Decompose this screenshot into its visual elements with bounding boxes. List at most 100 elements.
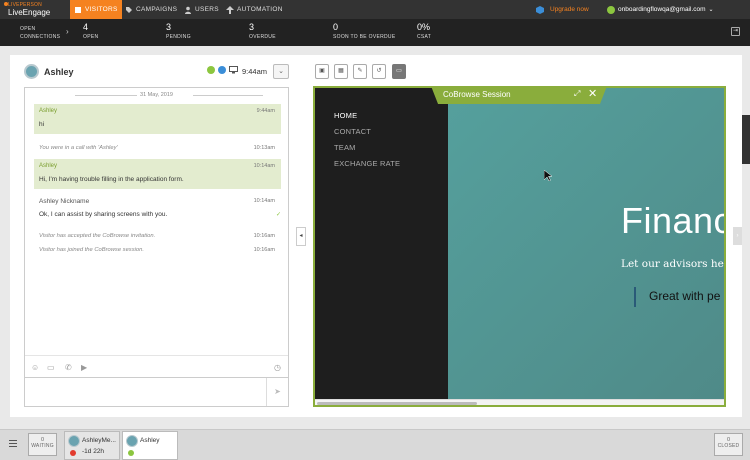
cube-icon — [536, 5, 544, 14]
tab-automation[interactable]: AUTOMATION — [222, 0, 287, 19]
chat-message: Ashley 10:14am Hi, I'm having trouble fi… — [34, 159, 281, 189]
visitor-tab-ashley[interactable]: Ashley — [122, 431, 178, 460]
waiting-counter[interactable]: 0 WAITING — [28, 433, 57, 456]
stat-pending-value: 3 — [166, 22, 172, 32]
menu-icon[interactable] — [9, 440, 17, 447]
tab-users-label: USERS — [195, 6, 219, 13]
notes-button[interactable]: ✎ — [353, 64, 367, 79]
close-icon[interactable]: ✕ — [588, 87, 597, 100]
visitor-tab-ashleyme[interactable]: AshleyMe... -1d 22h — [64, 431, 120, 460]
liveengage-logo[interactable]: LIVEPERSON LiveEngage — [4, 1, 68, 18]
visitor-name: Ashley — [44, 67, 74, 77]
message-sender: Ashley — [39, 108, 58, 114]
message-time: 10:16am — [253, 247, 275, 253]
edit-icon: ✎ — [357, 68, 363, 74]
scrollbar-thumb[interactable] — [317, 402, 477, 405]
waiting-label: WAITING — [31, 443, 54, 449]
visitor-tab-duration: -1d 22h — [82, 448, 105, 455]
logo-bottom-text: LiveEngage — [8, 8, 51, 17]
cobrowse-site-sidebar: HOME CONTACT TEAM EXCHANGE RATE — [315, 88, 448, 399]
stats-bar — [0, 19, 750, 46]
site-nav-exchange-rate[interactable]: EXCHANGE RATE — [334, 159, 400, 168]
site-nav-home[interactable]: HOME — [334, 111, 357, 120]
account-menu[interactable]: onboardingflowqa@gmail.com ⌄ — [607, 3, 714, 16]
tab-visitors-label: VISITORS — [85, 6, 118, 13]
site-nav-team[interactable]: TEAM — [334, 143, 356, 152]
history-button[interactable]: ↺ — [372, 64, 386, 79]
message-text: hi — [39, 121, 45, 128]
online-icon — [207, 66, 215, 74]
upgrade-label: Upgrade now — [550, 6, 589, 13]
emoji-icon[interactable]: ☺ — [31, 363, 39, 372]
briefcase-icon: ▣ — [319, 68, 325, 74]
tab-campaigns[interactable]: CAMPAIGNS — [121, 0, 181, 19]
mouse-cursor-icon — [544, 170, 552, 181]
stat-overdue-label: OVERDUE — [249, 34, 276, 40]
expand-right-button[interactable]: › — [733, 227, 742, 245]
expand-icon[interactable]: ⤢ — [574, 89, 580, 99]
chat-message: Ashley 9:44am hi — [34, 104, 281, 134]
stat-open-label: OPEN — [83, 34, 99, 40]
visitor-local-time: 9:44am — [242, 67, 268, 76]
delivered-check-icon: ✓ — [275, 212, 281, 218]
avatar — [126, 435, 138, 447]
system-message: You were in a call with 'Ashley' 10:13am — [34, 142, 281, 156]
user-icon — [185, 6, 191, 14]
message-time: 10:16am — [253, 233, 275, 239]
tab-automation-label: AUTOMATION — [237, 6, 283, 13]
cobrowse-button[interactable]: ▭ — [392, 64, 406, 79]
message-text: Visitor has joined the CoBrowse session. — [39, 247, 144, 253]
clock-icon[interactable]: ◷ — [274, 363, 281, 372]
online-status-icon — [607, 5, 615, 14]
message-text: You were in a call with 'Ashley' — [39, 145, 118, 151]
hero-subtitle: Let our advisors help — [621, 258, 726, 270]
phone-icon[interactable]: ✆ — [65, 363, 72, 372]
message-sender: Ashley Nickname — [39, 198, 90, 205]
cobrowse-icon: ▭ — [396, 68, 402, 74]
side-drawer-handle[interactable] — [742, 115, 750, 164]
message-sender: Ashley — [39, 163, 58, 169]
hero-title: Financ — [621, 200, 726, 241]
stat-overdue-value: 3 — [249, 22, 255, 32]
cobrowse-viewport[interactable]: HOME CONTACT TEAM EXCHANGE RATE Financ L… — [313, 86, 726, 407]
grid-icon: ▦ — [338, 68, 344, 74]
video-icon[interactable]: ▶ — [81, 363, 87, 372]
avatar — [68, 435, 80, 447]
canned-responses-icon[interactable]: ▭ — [47, 363, 55, 372]
chevron-right-icon: › — [66, 27, 69, 36]
grid-button[interactable]: ▦ — [334, 64, 348, 79]
site-nav-contact[interactable]: CONTACT — [334, 127, 371, 136]
tab-visitors[interactable]: VISITORS — [70, 0, 122, 19]
agent-message: Ashley Nickname 10:14am Ok, I can assist… — [34, 194, 281, 224]
collapse-panel-button[interactable]: ◂ — [296, 227, 306, 246]
system-message: Visitor has accepted the CoBrowse invita… — [34, 231, 281, 243]
tab-campaigns-label: CAMPAIGNS — [136, 6, 178, 13]
chat-input-field[interactable] — [25, 377, 288, 406]
account-email: onboardingflowqa@gmail.com — [618, 6, 706, 13]
date-separator: 31 May, 2019 — [140, 92, 173, 98]
upgrade-link[interactable]: Upgrade now — [536, 3, 589, 16]
tab-users[interactable]: USERS — [180, 0, 223, 19]
stat-pending-label: PENDING — [166, 34, 191, 40]
closed-counter[interactable]: 0 CLOSED — [714, 433, 743, 456]
message-text: Ok, I can assist by sharing screens with… — [39, 211, 168, 218]
hero-quote: Great with pe — [649, 289, 721, 303]
visitor-avatar — [24, 64, 39, 79]
message-text: Hi, I'm having trouble filling in the ap… — [39, 176, 184, 183]
quote-bar — [634, 287, 636, 307]
stat-soon-overdue-label: SOON TO BE OVERDUE — [333, 34, 396, 40]
chat-toolbar: ☺ ▭ ✆ ▶ ◷ — [25, 355, 288, 377]
chat-transcript: 31 May, 2019 Ashley 9:44am hi You were i… — [24, 87, 289, 407]
cobrowse-header-label: CoBrowse Session — [443, 90, 511, 99]
stat-open-value: 4 — [83, 22, 89, 32]
alert-icon — [70, 450, 76, 456]
send-button[interactable]: ➤ — [266, 378, 288, 406]
visitor-options-dropdown[interactable]: ⌄ — [273, 64, 289, 79]
visitor-info-button[interactable]: ▣ — [315, 64, 329, 79]
automation-icon — [226, 5, 234, 14]
visitor-tab-name: AshleyMe... — [82, 437, 116, 444]
horizontal-scrollbar[interactable] — [315, 399, 724, 405]
online-icon — [128, 450, 134, 456]
exit-icon[interactable]: ⇥ — [731, 27, 740, 36]
visitor-status-icons — [207, 66, 238, 74]
